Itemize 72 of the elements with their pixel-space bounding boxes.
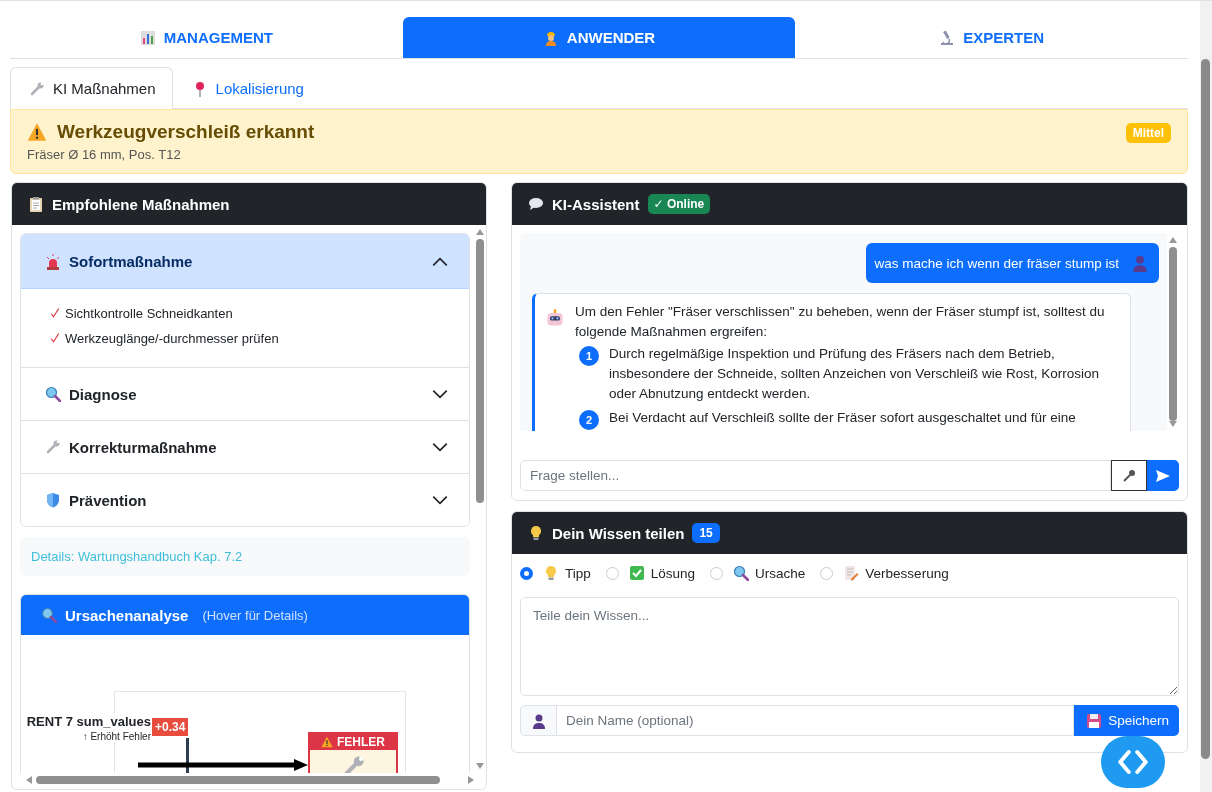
name-field[interactable]: Dein Name (optional) bbox=[557, 705, 1075, 736]
wrench-icon bbox=[45, 439, 61, 455]
details-text: Details: Wartungshandbuch Kap. 7.2 bbox=[31, 549, 243, 564]
radio-button[interactable] bbox=[520, 566, 533, 580]
message-text: Um den Fehler "Fräser verschlissen" zu beheben, wenn der Fräser stumpf ist, solltest du folgende Maßnahmen ergreifen: bbox=[575, 303, 1106, 341]
text-area[interactable]: Teile dein Wissen... bbox=[520, 597, 1179, 696]
light-bulb-icon bbox=[528, 525, 544, 541]
card-title: KI-Assistent bbox=[552, 195, 640, 213]
radio-label: Tipp bbox=[565, 565, 591, 581]
person-icon bbox=[1131, 254, 1149, 272]
memo-icon bbox=[843, 565, 860, 581]
question-field[interactable]: Frage stellen... bbox=[520, 460, 1111, 491]
tab[interactable]: Lokalisierung bbox=[172, 67, 321, 109]
code-button[interactable] bbox=[1101, 736, 1165, 788]
send-icon bbox=[1155, 467, 1171, 484]
alert-subtitle: Fräser Ø 16 mm, Pos. T12 bbox=[27, 147, 182, 162]
status-badge: ✓ Online bbox=[647, 194, 711, 214]
microscope-icon bbox=[939, 29, 956, 46]
card-title: Empfohlene Maßnahmen bbox=[52, 195, 230, 213]
count-badge: 15 bbox=[692, 523, 720, 543]
effect-label: ↑ Erhöht Fehler bbox=[82, 731, 151, 742]
error-label: FEHLER bbox=[337, 735, 385, 749]
severity-badge: Mittel bbox=[1125, 123, 1171, 143]
wrench-icon bbox=[29, 80, 45, 97]
radio-label: Verbesserung bbox=[865, 565, 949, 581]
speech-bubble-icon bbox=[528, 196, 544, 212]
step-text: Durch regelmäßige Inspektion und Prüfung des Fräsers nach dem Betrieb, insbesondere der Schneide, sollten Anzeichen von Verschleiß wie Rost, Korrosion oder Abnutzung entdeckt werden. bbox=[609, 345, 1101, 403]
message-text: was mache ich wenn der fräser stump ist bbox=[874, 255, 1119, 271]
check-box-icon bbox=[628, 565, 645, 581]
microphone-button[interactable] bbox=[1111, 460, 1147, 491]
send-button[interactable] bbox=[1147, 460, 1179, 491]
accordion-title: Sofortmaßnahme bbox=[69, 253, 194, 270]
accordion-title: Diagnose bbox=[69, 385, 138, 403]
step-number: 2 bbox=[579, 410, 599, 430]
accordion-title: Korrekturmaßnahme bbox=[69, 438, 218, 456]
warning-icon bbox=[321, 736, 333, 748]
search-icon bbox=[733, 565, 750, 581]
search-icon bbox=[45, 386, 61, 402]
card-title: Dein Wissen teilen bbox=[552, 524, 685, 542]
save-button[interactable]: Speichern bbox=[1074, 705, 1179, 736]
robot-icon bbox=[545, 308, 565, 328]
list-item: Sichtkontrolle Schneidkanten bbox=[65, 305, 233, 323]
bar-chart-icon bbox=[139, 29, 156, 46]
impact-badge: +0.34 bbox=[152, 718, 189, 736]
clipboard-icon bbox=[28, 196, 44, 212]
hint-text: (Hover für Details) bbox=[202, 607, 308, 623]
list-item: Werkzeuglänge/-durchmesser prüfen bbox=[65, 330, 279, 348]
step-text: Bei Verdacht auf Verschleiß sollte der Fräser sofort ausgeschaltet und für eine bbox=[609, 409, 1076, 427]
person-icon bbox=[530, 712, 547, 729]
feature-label: RENT 7 sum_values bbox=[26, 714, 151, 729]
bar-line bbox=[186, 738, 189, 773]
accordion-header[interactable]: Prävention bbox=[21, 473, 469, 526]
check-mark-icon bbox=[49, 306, 61, 320]
card-title: Ursachenanalyse bbox=[65, 606, 189, 624]
siren-icon bbox=[45, 253, 61, 270]
light-bulb-icon bbox=[543, 565, 559, 581]
check-mark-icon bbox=[49, 331, 61, 345]
step-number: 1 bbox=[579, 346, 599, 366]
accordion-title: Prävention bbox=[69, 491, 148, 509]
warning-icon bbox=[27, 122, 47, 142]
search-icon bbox=[41, 607, 57, 623]
alert-title: Werkzeugverschleiß erkannt bbox=[57, 121, 315, 143]
nav-tab[interactable]: MANAGEMENT bbox=[10, 17, 403, 58]
microphone-icon bbox=[1121, 467, 1137, 484]
nav-tab[interactable]: EXPERTEN bbox=[795, 17, 1188, 58]
scrollbar[interactable] bbox=[1200, 1, 1212, 792]
tab[interactable]: KI Maßnahmen bbox=[10, 67, 173, 109]
nav-tab[interactable]: ANWENDER bbox=[402, 17, 796, 58]
accordion-header[interactable]: Sofortmaßnahme bbox=[21, 234, 469, 289]
shield-icon bbox=[45, 492, 61, 508]
radio-label: Ursache bbox=[755, 565, 806, 581]
radio-label: Lösung bbox=[650, 565, 696, 581]
